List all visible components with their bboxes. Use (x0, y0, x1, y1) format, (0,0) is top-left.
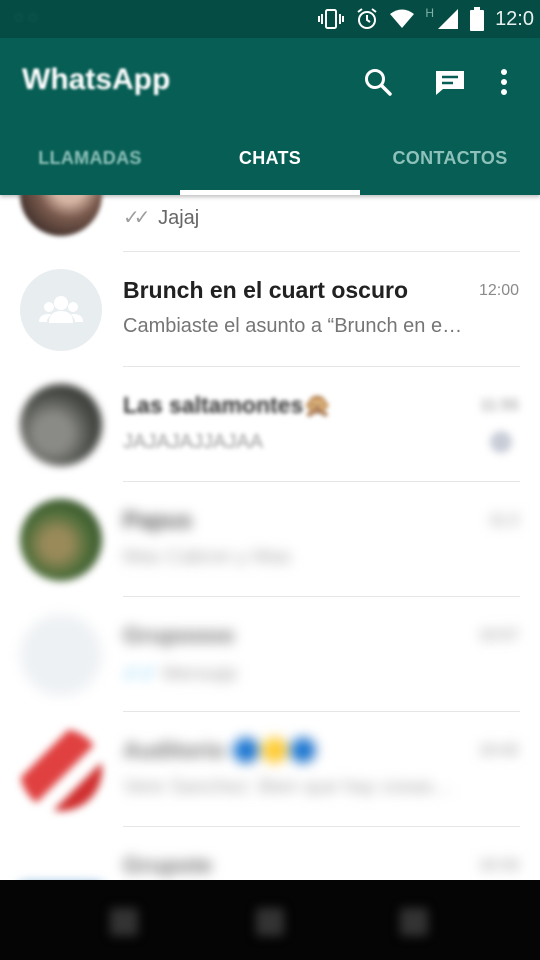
wifi-icon (390, 9, 415, 29)
chat-row[interactable]: ✓✓ Jajaj (0, 195, 540, 252)
chat-name: Grupote (123, 852, 213, 878)
more-options-button[interactable] (484, 62, 524, 102)
network-type-label: H (425, 6, 435, 20)
more-vert-icon (501, 69, 507, 95)
back-icon[interactable] (110, 908, 138, 936)
chat-name: Las saltamontes🙊 (123, 392, 332, 418)
app-title: WhatsApp (22, 63, 171, 96)
chat-name: Auditorio 🔵🟡🔵 (123, 737, 318, 763)
new-chat-button[interactable] (430, 62, 470, 102)
cell-signal-icon (437, 8, 459, 30)
chat-row[interactable]: Brunch en el cuart oscuro 12:00 Cambiast… (0, 252, 540, 367)
avatar (20, 499, 102, 581)
search-button[interactable] (358, 62, 398, 102)
tab-llamadas[interactable]: LLAMADAS (0, 121, 180, 195)
search-icon (365, 69, 392, 96)
avatar (20, 384, 102, 466)
chat-name: Papus (123, 507, 193, 533)
mute-icon (490, 431, 512, 453)
chat-row[interactable]: Auditorio 🔵🟡🔵 10:42 Vere Sanchez: Bien q… (0, 712, 540, 827)
home-icon[interactable] (256, 908, 284, 936)
tab-bar: LLAMADAS CHATS CONTACTOS (0, 121, 540, 195)
chat-last-message: Mensaje (162, 663, 238, 685)
alarm-icon (355, 7, 379, 31)
vibrate-icon (318, 8, 345, 30)
notification-icons: ◌ ◌ (14, 9, 38, 26)
chat-name: Grupoooo (123, 622, 235, 648)
chat-last-message: JAJAJAJJAJAA (123, 431, 264, 453)
new-chat-icon (436, 71, 464, 95)
chat-time: 11:55 (480, 397, 519, 414)
group-icon (39, 296, 83, 323)
read-ticks-icon: ✓✓ (123, 207, 150, 229)
read-ticks-icon: ✓✓ (123, 663, 157, 685)
app-bar: WhatsApp LLAMADAS CHATS CONTACTOS (0, 38, 540, 195)
tab-chats[interactable]: CHATS (180, 121, 360, 195)
avatar (20, 269, 102, 351)
chat-name: Brunch en el cuart oscuro (123, 277, 409, 303)
clock: 12:0 (495, 7, 534, 30)
chat-row[interactable]: Grupoooo 10:57 ✓✓ Mensaje (0, 597, 540, 712)
recents-icon[interactable] (400, 908, 428, 936)
tab-contactos[interactable]: CONTACTOS (360, 121, 540, 195)
chat-last-message: Cambiaste el asunto a “Brunch en e… (123, 315, 463, 337)
chat-last-message: Mas Cabron y Mas (123, 546, 291, 568)
battery-icon (470, 7, 485, 31)
system-navigation-bar (0, 880, 540, 960)
avatar (20, 844, 102, 880)
avatar (20, 195, 102, 236)
chat-row[interactable]: Las saltamontes🙊 11:55 JAJAJAJJAJAA (0, 367, 540, 482)
status-bar: ◌ ◌ H 12:0 (0, 0, 540, 38)
chat-last-message: Jajaj (158, 207, 200, 229)
chat-time: 10:57 (478, 627, 519, 644)
chat-time: 12:00 (478, 282, 519, 299)
avatar (20, 614, 102, 696)
chat-last-message: Vere Sanchez: Bien que hay cosas… (123, 776, 454, 798)
chat-time: 11:2 (489, 512, 519, 529)
chat-time: 10:33 (478, 857, 519, 874)
chat-list[interactable]: ✓✓ Jajaj Brunch en el cuart oscuro 12:00… (0, 195, 540, 880)
chat-time: 10:42 (478, 742, 519, 759)
chat-row[interactable]: Papus 11:2 Mas Cabron y Mas (0, 482, 540, 597)
chat-row[interactable]: Grupote 10:33 (0, 827, 540, 880)
avatar (20, 729, 102, 811)
